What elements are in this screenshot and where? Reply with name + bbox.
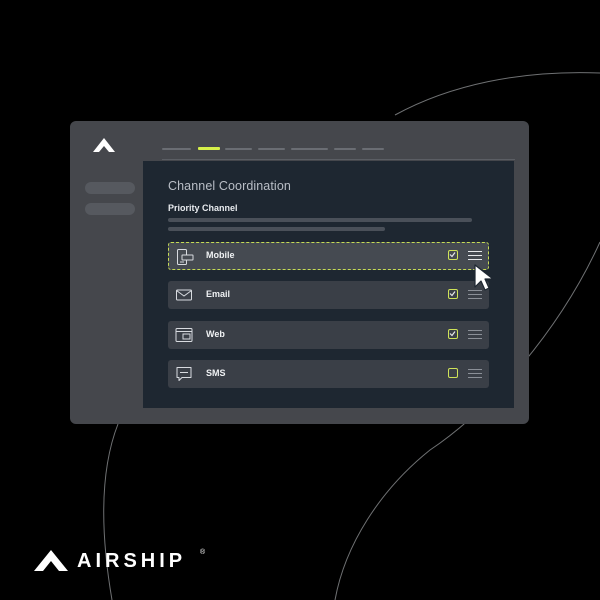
channel-label: Web <box>206 329 225 339</box>
web-icon <box>175 328 193 342</box>
channel-label: Mobile <box>206 250 235 260</box>
drag-handle-icon[interactable] <box>468 369 482 378</box>
tab-step-7[interactable] <box>362 148 384 150</box>
channel-row-mobile[interactable]: Mobile <box>168 242 489 270</box>
sidebar-item-2[interactable] <box>85 203 135 215</box>
page-title: Channel Coordination <box>168 179 291 193</box>
channel-label: Email <box>206 289 231 299</box>
tab-step-5[interactable] <box>291 148 328 150</box>
airship-logo-icon <box>34 550 68 571</box>
channel-row-web[interactable]: Web <box>168 321 489 349</box>
section-label: Priority Channel <box>168 203 238 213</box>
email-icon <box>176 289 192 301</box>
tab-step-3[interactable] <box>225 148 252 150</box>
channel-row-email[interactable]: Email <box>168 281 489 309</box>
sms-icon <box>176 367 192 381</box>
placeholder-line-1 <box>168 218 472 222</box>
tab-step-1[interactable] <box>162 148 191 150</box>
mouse-cursor-icon <box>474 264 494 291</box>
drag-handle-icon[interactable] <box>468 330 482 339</box>
main-panel: Channel Coordination Priority Channel Mo… <box>143 161 514 408</box>
mobile-icon <box>177 249 194 265</box>
tab-step-2[interactable] <box>198 147 220 150</box>
drag-handle-icon[interactable] <box>468 290 482 299</box>
tab-step-6[interactable] <box>334 148 356 150</box>
header-divider <box>162 159 515 160</box>
channel-checkbox[interactable] <box>448 289 458 299</box>
registered-mark: ® <box>200 549 206 556</box>
sidebar-item-1[interactable] <box>85 182 135 194</box>
channel-checkbox[interactable] <box>448 329 458 339</box>
tab-step-4[interactable] <box>258 148 285 150</box>
channel-row-sms[interactable]: SMS <box>168 360 489 388</box>
channel-label: SMS <box>206 368 226 378</box>
airship-logo-icon <box>93 138 115 152</box>
channel-checkbox[interactable] <box>448 368 458 378</box>
placeholder-line-2 <box>168 227 385 231</box>
brand-name: AIRSHIP <box>77 550 187 572</box>
drag-handle-icon[interactable] <box>468 251 482 260</box>
app-window: Channel Coordination Priority Channel Mo… <box>70 121 529 424</box>
channel-checkbox[interactable] <box>448 250 458 260</box>
